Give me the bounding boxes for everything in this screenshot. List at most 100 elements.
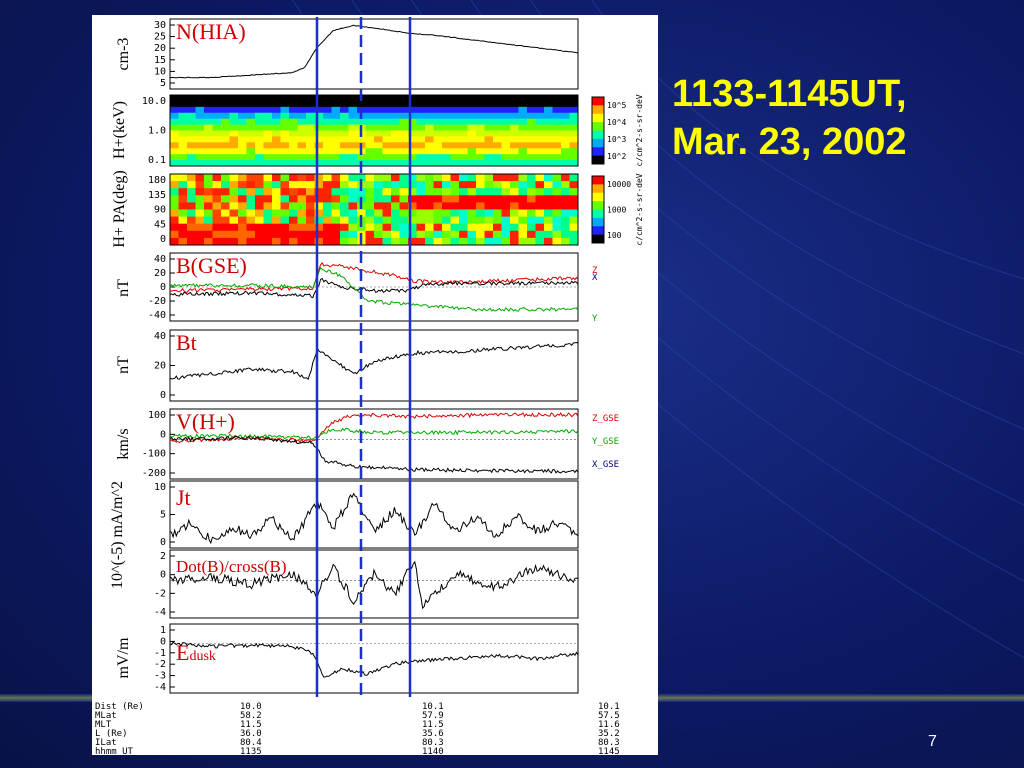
hkev-cell xyxy=(442,95,451,102)
hkev-cell xyxy=(425,118,434,126)
hkev-cell xyxy=(391,130,400,137)
hpa-cell xyxy=(450,216,460,225)
hpa-cell xyxy=(255,202,264,210)
hkev-cell xyxy=(289,154,298,161)
hpa-cell xyxy=(238,209,247,218)
hkev-cell xyxy=(399,112,409,120)
hpa-cell xyxy=(255,237,264,246)
hkev-cell xyxy=(263,100,273,108)
hkev-cell xyxy=(263,130,273,137)
hpa-colorbar-seg xyxy=(592,217,604,227)
hpa-cell xyxy=(297,188,307,196)
hpa-cell xyxy=(552,188,562,196)
slide-title-line-2: Mar. 23, 2002 xyxy=(672,121,907,163)
hpa-cell xyxy=(391,195,400,203)
hkev-cell xyxy=(331,106,341,114)
hkev-cell xyxy=(297,148,307,155)
nhia-ytick-3: 15 xyxy=(154,55,166,66)
hpa-cell xyxy=(195,216,205,225)
hpa-cell xyxy=(331,230,341,239)
hkev-cell xyxy=(246,136,256,143)
hpa-cell xyxy=(297,230,307,239)
hpa-cell xyxy=(442,202,451,210)
hpa-cell xyxy=(187,216,196,225)
hpa-cell xyxy=(263,209,273,218)
hpa-cell xyxy=(476,237,485,246)
hpa-cell xyxy=(552,181,562,189)
hkev-cell xyxy=(552,130,562,137)
hpa-cell xyxy=(450,202,460,210)
hkev-cell xyxy=(501,124,511,131)
hpa-cell xyxy=(280,195,290,203)
hpa-cell xyxy=(365,188,375,196)
hkev-cell xyxy=(493,118,502,126)
hkev-cell xyxy=(484,106,494,114)
hkev-cell xyxy=(348,112,358,120)
hpa-cell xyxy=(323,223,332,232)
hkev-cell xyxy=(569,136,579,143)
hpa-cell xyxy=(170,216,179,225)
hpa-cell xyxy=(187,188,196,196)
hkev-cell xyxy=(229,100,239,108)
hpa-colorbar-seg xyxy=(592,226,604,236)
hpa-cell xyxy=(229,209,239,218)
hkev-cell xyxy=(212,154,222,161)
hpa-cell xyxy=(340,216,349,225)
hkev-cell xyxy=(187,95,196,102)
hkev-cell xyxy=(263,118,273,126)
hpa-cell xyxy=(399,216,409,225)
hkev-cell xyxy=(527,95,536,102)
hkev-cell xyxy=(391,100,400,108)
hkev-cell xyxy=(212,106,222,114)
hpa-cell xyxy=(238,174,247,182)
hpa-cell xyxy=(518,216,528,225)
hkev-cell xyxy=(204,148,213,155)
hkev-cell xyxy=(467,136,477,143)
hpa-cell xyxy=(348,202,358,210)
hpa-cell xyxy=(229,202,239,210)
hkev-cell xyxy=(204,118,213,126)
hpa-cell xyxy=(289,223,298,232)
hkev-cell xyxy=(416,148,426,155)
hkev-cell xyxy=(340,154,349,161)
hpa-cell xyxy=(238,181,247,189)
hpa-cell xyxy=(552,174,562,182)
hkev-cell xyxy=(450,106,460,114)
nhia-ytick-1: 25 xyxy=(154,32,166,43)
hkev-cell xyxy=(229,95,239,102)
hpa-cell xyxy=(569,223,579,232)
hpa-cell xyxy=(374,209,383,218)
hkev-cell xyxy=(569,106,579,114)
hpa-cell xyxy=(510,223,519,232)
hpa-cell xyxy=(535,202,545,210)
hpa-cell xyxy=(518,237,528,246)
hkev-cell xyxy=(467,118,477,126)
hpa-cell xyxy=(416,188,426,196)
hpa-cell xyxy=(544,202,553,210)
hkev-colorbar-tick-0: 10^5 xyxy=(607,101,626,110)
hkev-cell xyxy=(561,112,570,120)
hkev-cell xyxy=(195,106,205,114)
hkev-cell xyxy=(493,130,502,137)
hkev-cell xyxy=(170,136,179,143)
hpa-cell xyxy=(416,230,426,239)
hkev-cell xyxy=(272,136,281,143)
hkev-cell xyxy=(323,136,332,143)
hpa-cell xyxy=(569,209,579,218)
hkev-cell xyxy=(280,100,290,108)
dot-ytick-1: 0 xyxy=(160,570,166,581)
hpa-cell xyxy=(433,209,443,218)
hpa-cell xyxy=(204,216,213,225)
hpa-cell xyxy=(433,195,443,203)
hkev-cell xyxy=(544,124,553,131)
hpa-cell xyxy=(289,202,298,210)
hpa-cell xyxy=(323,216,332,225)
hpa-cell xyxy=(238,223,247,232)
hkev-cell xyxy=(323,130,332,137)
hkev-cell xyxy=(323,124,332,131)
hpa-cell xyxy=(416,195,426,203)
hkev-cell xyxy=(518,112,528,120)
hkev-cell xyxy=(467,130,477,137)
hpa-cell xyxy=(459,188,468,196)
hkev-cell xyxy=(569,112,579,120)
